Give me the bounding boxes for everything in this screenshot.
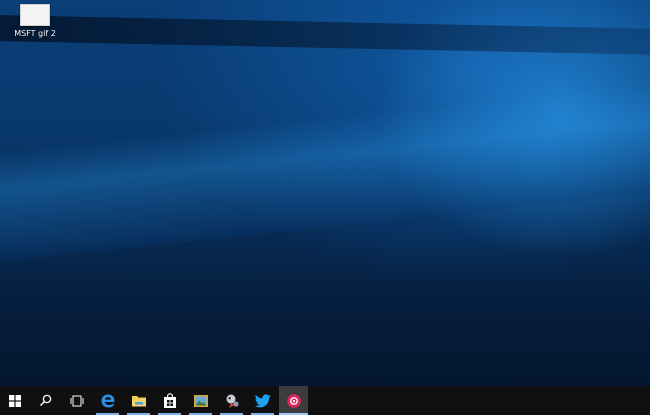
taskbar <box>0 386 650 415</box>
edge-taskbar-button[interactable] <box>93 386 122 415</box>
start-button[interactable] <box>0 386 29 415</box>
file-explorer-icon <box>131 395 146 406</box>
task-view-icon <box>70 395 83 406</box>
app-pink-icon <box>286 393 301 408</box>
store-icon <box>163 392 176 408</box>
file-explorer-taskbar-button[interactable] <box>124 386 153 415</box>
search-icon <box>40 394 52 406</box>
twitter-taskbar-button[interactable] <box>248 386 277 415</box>
app-taskbar-button[interactable] <box>217 386 246 415</box>
windows-start-icon <box>8 394 21 407</box>
desktop-icon-label: MSFT gif 2 <box>14 29 56 38</box>
twitter-icon <box>254 393 271 407</box>
store-taskbar-button[interactable] <box>155 386 184 415</box>
desktop-icon-msft-gif[interactable]: MSFT gif 2 <box>2 2 68 38</box>
task-view-button[interactable] <box>62 386 91 415</box>
pink-app-taskbar-button[interactable] <box>279 386 308 415</box>
wallpaper-shadow <box>0 240 650 386</box>
app-icon <box>226 394 239 408</box>
photos-icon <box>193 394 208 407</box>
desktop: MSFT gif 2 <box>0 0 650 415</box>
search-button[interactable] <box>31 386 60 415</box>
photos-taskbar-button[interactable] <box>186 386 215 415</box>
gif-file-icon <box>20 4 50 26</box>
edge-browser-icon <box>101 394 114 407</box>
